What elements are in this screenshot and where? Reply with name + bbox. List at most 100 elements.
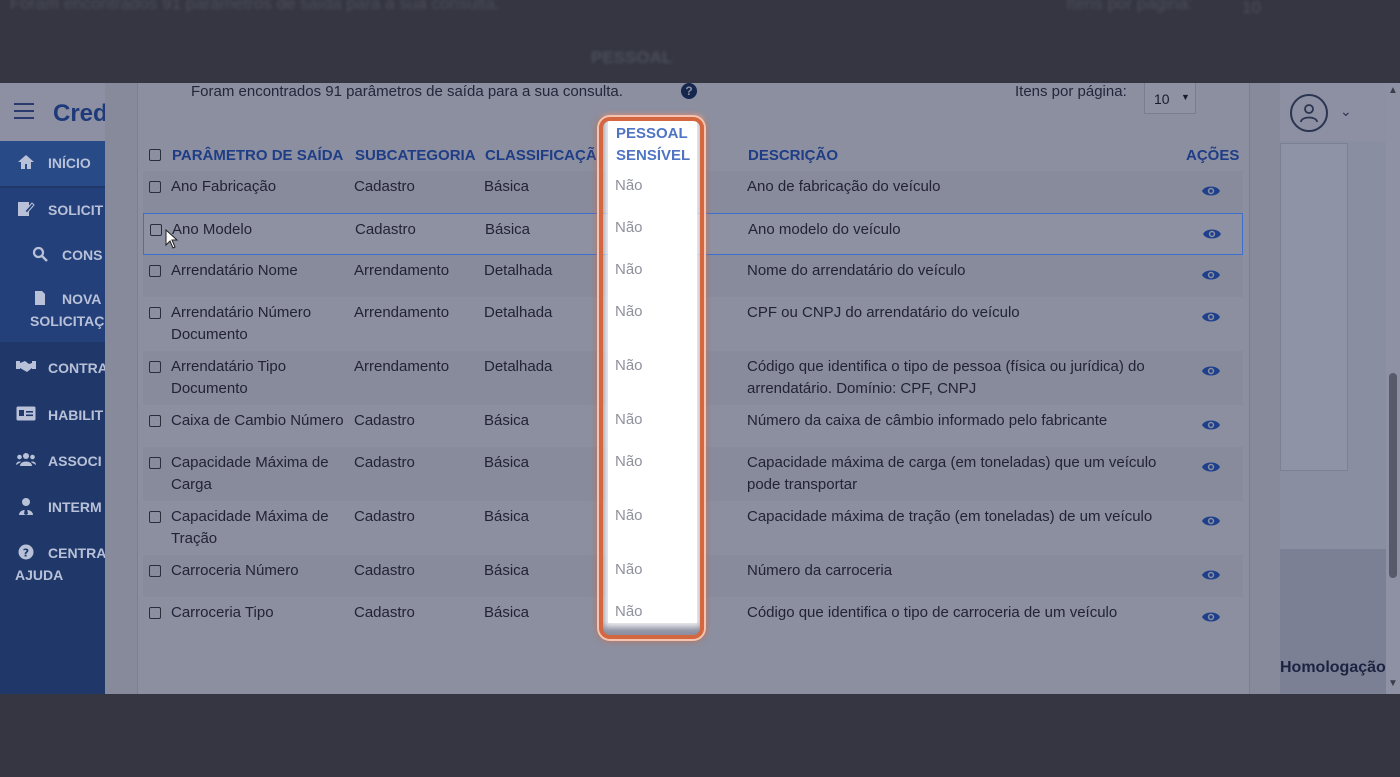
sidebar-item-label: CONS (62, 247, 103, 263)
sidebar-item-nova-solicitacao[interactable]: NOVA SOLICITAÇ (0, 278, 105, 342)
row-checkbox[interactable] (149, 511, 161, 523)
cell-descricao: Capacidade máxima de carga (em toneladas… (747, 454, 1157, 471)
per-page-select[interactable]: 10 ▼ (1144, 83, 1196, 114)
cell-descricao: Código que identifica o tipo de carrocer… (747, 604, 1118, 621)
sidebar-item-inicio[interactable]: INÍCIO (0, 141, 105, 186)
cell-subcategoria: Cadastro (355, 221, 416, 238)
handshake-icon (16, 359, 36, 376)
ghost-found-text: Foram encontrados 91 parâmetros de saída… (10, 0, 500, 13)
cell-parametro: Ano Modelo (172, 221, 253, 238)
view-eye-icon[interactable] (1201, 364, 1221, 378)
brand-logo: Cred (53, 100, 108, 127)
cell-descricao: Capacidade máxima de tração (em tonelada… (747, 508, 1153, 525)
page-scrollbar[interactable]: ▲ ▼ (1386, 83, 1400, 694)
sidebar-item-associados[interactable]: ASSOCI (0, 439, 105, 484)
cell-classificacao: Básica (484, 412, 530, 429)
column-header-classificacao[interactable]: CLASSIFICAÇÃ (485, 147, 606, 164)
file-icon (30, 290, 50, 309)
cell-descricao-line2: pode transportar (747, 476, 858, 493)
view-eye-icon[interactable] (1201, 610, 1221, 624)
caret-down-icon: ▼ (1181, 92, 1190, 102)
sidebar-item-label: SOLICIT (48, 202, 104, 218)
row-checkbox[interactable] (149, 265, 161, 277)
row-checkbox[interactable] (149, 307, 161, 319)
ghost-per-page-value: 10 (1242, 0, 1261, 17)
sidebar-item-label: INÍCIO (48, 155, 91, 171)
sidebar-item-contratos[interactable]: CONTRA (0, 346, 105, 391)
sidebar-item-consultas[interactable]: CONS (0, 233, 105, 278)
cell-parametro: Caixa de Cambio Número (171, 412, 344, 429)
row-checkbox[interactable] (149, 565, 161, 577)
cell-subcategoria: Cadastro (354, 604, 415, 621)
sidebar-item-habilitacao[interactable]: HABILIT (0, 393, 105, 438)
help-icon[interactable]: ? (681, 83, 697, 99)
view-eye-icon[interactable] (1201, 418, 1221, 432)
column-header-acoes: AÇÕES (1186, 147, 1240, 164)
column-header-descricao[interactable]: DESCRIÇÃO (748, 147, 838, 164)
sidebar-item-label: CONTRA (48, 360, 105, 376)
sidebar-item-label: CENTRA (48, 545, 105, 561)
view-eye-icon[interactable] (1201, 460, 1221, 474)
row-checkbox[interactable] (149, 415, 161, 427)
cell-parametro-line2: Tração (171, 530, 218, 547)
highlight-frame (599, 117, 704, 639)
cell-parametro-line2: Documento (171, 326, 248, 343)
cell-parametro-line2: Documento (171, 380, 248, 397)
user-avatar[interactable] (1290, 94, 1328, 132)
cell-descricao: Ano de fabricação do veículo (747, 178, 941, 195)
cell-subcategoria: Arrendamento (354, 358, 450, 375)
user-tie-icon (16, 497, 36, 518)
cell-classificacao: Básica (484, 604, 530, 621)
sidebar-item-solicitacoes[interactable]: SOLICIT (0, 188, 105, 233)
cell-classificacao: Básica (484, 508, 530, 525)
chevron-down-icon[interactable]: ⌄ (1340, 103, 1352, 120)
cell-descricao: Número da carroceria (747, 562, 893, 579)
cell-subcategoria: Cadastro (354, 412, 415, 429)
cell-classificacao: Básica (484, 562, 530, 579)
users-icon (16, 452, 36, 469)
per-page-value: 10 (1154, 91, 1170, 107)
cell-descricao: Número da caixa de câmbio informado pelo… (747, 412, 1108, 429)
view-eye-icon[interactable] (1201, 310, 1221, 324)
column-header-subcategoria[interactable]: SUBCATEGORIA (355, 147, 476, 164)
scroll-down-arrow-icon[interactable]: ▼ (1388, 678, 1398, 689)
sidebar: INÍCIO SOLICIT CONS NOVA SOLICITAÇ CONTR… (0, 141, 105, 694)
sidebar-item-label: INTERM (48, 499, 102, 515)
cell-descricao-line2: arrendatário. Domínio: CPF, CNPJ (747, 380, 977, 397)
svg-text:?: ? (23, 546, 29, 559)
cell-parametro: Capacidade Máxima de (171, 508, 329, 525)
ghost-per-page-label: Itens por página: (1066, 0, 1193, 13)
cell-parametro-line2: Carga (171, 476, 212, 493)
view-eye-icon[interactable] (1201, 268, 1221, 282)
row-checkbox[interactable] (149, 181, 161, 193)
scrollbar-thumb[interactable] (1389, 373, 1397, 578)
hamburger-menu-icon[interactable] (14, 103, 34, 119)
sidebar-item-label: HABILIT (48, 407, 104, 423)
cell-descricao: Código que identifica o tipo de pessoa (… (747, 358, 1145, 375)
edit-document-icon (16, 201, 36, 220)
user-icon (1300, 104, 1318, 123)
ghost-bottom-strip (0, 694, 1400, 777)
column-header-parametro[interactable]: PARÂMETRO DE SAÍDA (172, 147, 343, 164)
sidebar-item-intermediarios[interactable]: INTERM (0, 485, 105, 530)
sidebar-item-central-ajuda[interactable]: ? CENTRA AJUDA (0, 531, 105, 595)
per-page-label: Itens por página: (1015, 83, 1127, 100)
cell-subcategoria: Arrendamento (354, 262, 450, 279)
row-checkbox[interactable] (149, 457, 161, 469)
row-checkbox[interactable] (149, 361, 161, 373)
background-card (1280, 143, 1348, 471)
view-eye-icon[interactable] (1201, 514, 1221, 528)
row-checkbox[interactable] (149, 607, 161, 619)
cell-parametro: Ano Fabricação (171, 178, 277, 195)
cell-classificacao: Básica (484, 178, 530, 195)
view-eye-icon[interactable] (1202, 227, 1222, 241)
cell-subcategoria: Cadastro (354, 178, 415, 195)
cell-classificacao: Detalhada (484, 262, 553, 279)
cell-subcategoria: Cadastro (354, 562, 415, 579)
view-eye-icon[interactable] (1201, 568, 1221, 582)
select-all-checkbox[interactable] (149, 149, 161, 161)
scroll-up-arrow-icon[interactable]: ▲ (1388, 85, 1398, 96)
environment-label: Homologação (1280, 659, 1386, 676)
view-eye-icon[interactable] (1201, 184, 1221, 198)
row-checkbox[interactable] (150, 224, 162, 236)
